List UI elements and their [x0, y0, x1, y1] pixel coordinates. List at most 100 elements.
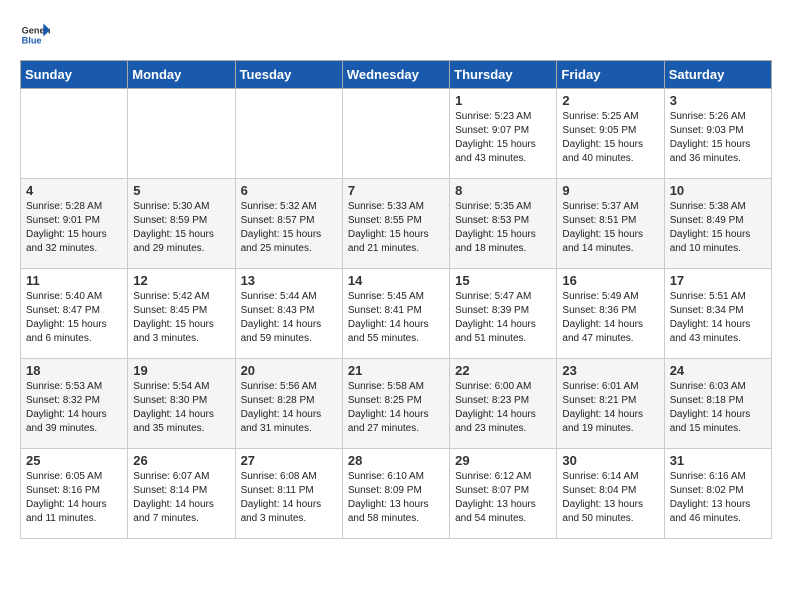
calendar-cell: 4Sunrise: 5:28 AM Sunset: 9:01 PM Daylig… [21, 179, 128, 269]
week-row-2: 11Sunrise: 5:40 AM Sunset: 8:47 PM Dayli… [21, 269, 772, 359]
day-number: 7 [348, 183, 444, 198]
day-number: 22 [455, 363, 551, 378]
day-number: 23 [562, 363, 658, 378]
day-info: Sunrise: 6:03 AM Sunset: 8:18 PM Dayligh… [670, 380, 766, 436]
day-number: 12 [133, 273, 229, 288]
logo-icon: General Blue [20, 20, 50, 50]
day-info: Sunrise: 6:05 AM Sunset: 8:16 PM Dayligh… [26, 470, 122, 526]
calendar-cell: 27 Sunrise: 6:08 AM Sunset: 8:11 PM Dayli… [235, 449, 342, 539]
calendar-cell: 24 Sunrise: 6:03 AM Sunset: 8:18 PM Dayli… [664, 359, 771, 449]
day-number: 6 [241, 183, 337, 198]
day-number: 20 [241, 363, 337, 378]
day-info: Sunrise: 5:45 AM Sunset: 8:41 PM Dayligh… [348, 290, 444, 346]
day-info: Sunrise: 5:53 AM Sunset: 8:32 PM Dayligh… [26, 380, 122, 436]
day-info: Sunrise: 5:33 AM Sunset: 8:55 PM Dayligh… [348, 200, 444, 256]
day-info: Sunrise: 5:49 AM Sunset: 8:36 PM Dayligh… [562, 290, 658, 346]
day-number: 17 [670, 273, 766, 288]
day-info: Sunrise: 6:10 AM Sunset: 8:09 PM Dayligh… [348, 470, 444, 526]
calendar-cell [21, 89, 128, 179]
day-number: 25 [26, 453, 122, 468]
dow-monday: Monday [128, 61, 235, 89]
day-info: Sunrise: 5:58 AM Sunset: 8:25 PM Dayligh… [348, 380, 444, 436]
dow-friday: Friday [557, 61, 664, 89]
day-info: Sunrise: 6:08 AM Sunset: 8:11 PM Dayligh… [241, 470, 337, 526]
day-info: Sunrise: 5:47 AM Sunset: 8:39 PM Dayligh… [455, 290, 551, 346]
day-info: Sunrise: 5:37 AM Sunset: 8:51 PM Dayligh… [562, 200, 658, 256]
svg-text:Blue: Blue [22, 35, 42, 45]
day-info: Sunrise: 5:51 AM Sunset: 8:34 PM Dayligh… [670, 290, 766, 346]
day-number: 19 [133, 363, 229, 378]
calendar-cell: 28 Sunrise: 6:10 AM Sunset: 8:09 PM Dayli… [342, 449, 449, 539]
week-row-0: 1Sunrise: 5:23 AM Sunset: 9:07 PM Daylig… [21, 89, 772, 179]
dow-saturday: Saturday [664, 61, 771, 89]
dow-thursday: Thursday [450, 61, 557, 89]
calendar-cell: 18Sunrise: 5:53 AM Sunset: 8:32 PM Dayli… [21, 359, 128, 449]
dow-sunday: Sunday [21, 61, 128, 89]
calendar-cell: 25 Sunrise: 6:05 AM Sunset: 8:16 PM Dayli… [21, 449, 128, 539]
day-info: Sunrise: 5:38 AM Sunset: 8:49 PM Dayligh… [670, 200, 766, 256]
calendar-cell [235, 89, 342, 179]
day-info: Sunrise: 5:26 AM Sunset: 9:03 PM Dayligh… [670, 110, 766, 166]
day-number: 28 [348, 453, 444, 468]
day-info: Sunrise: 5:30 AM Sunset: 8:59 PM Dayligh… [133, 200, 229, 256]
day-number: 15 [455, 273, 551, 288]
week-row-4: 25 Sunrise: 6:05 AM Sunset: 8:16 PM Dayli… [21, 449, 772, 539]
calendar-cell: 9 Sunrise: 5:37 AM Sunset: 8:51 PM Daylig… [557, 179, 664, 269]
day-number: 4 [26, 183, 122, 198]
day-number: 31 [670, 453, 766, 468]
day-info: Sunrise: 6:16 AM Sunset: 8:02 PM Dayligh… [670, 470, 766, 526]
calendar-cell: 7 Sunrise: 5:33 AM Sunset: 8:55 PM Daylig… [342, 179, 449, 269]
day-info: Sunrise: 6:14 AM Sunset: 8:04 PM Dayligh… [562, 470, 658, 526]
calendar-cell: 14 Sunrise: 5:45 AM Sunset: 8:41 PM Dayli… [342, 269, 449, 359]
day-number: 16 [562, 273, 658, 288]
calendar-cell: 19 Sunrise: 5:54 AM Sunset: 8:30 PM Dayli… [128, 359, 235, 449]
calendar-cell: 31 Sunrise: 6:16 AM Sunset: 8:02 PM Dayli… [664, 449, 771, 539]
calendar-cell: 8 Sunrise: 5:35 AM Sunset: 8:53 PM Daylig… [450, 179, 557, 269]
calendar-cell: 11Sunrise: 5:40 AM Sunset: 8:47 PM Dayli… [21, 269, 128, 359]
calendar-cell: 2Sunrise: 5:25 AM Sunset: 9:05 PM Daylig… [557, 89, 664, 179]
calendar-cell: 12 Sunrise: 5:42 AM Sunset: 8:45 PM Dayli… [128, 269, 235, 359]
day-number: 11 [26, 273, 122, 288]
calendar-cell: 5 Sunrise: 5:30 AM Sunset: 8:59 PM Daylig… [128, 179, 235, 269]
day-number: 9 [562, 183, 658, 198]
day-info: Sunrise: 5:54 AM Sunset: 8:30 PM Dayligh… [133, 380, 229, 436]
day-number: 5 [133, 183, 229, 198]
day-number: 29 [455, 453, 551, 468]
day-number: 30 [562, 453, 658, 468]
day-info: Sunrise: 6:01 AM Sunset: 8:21 PM Dayligh… [562, 380, 658, 436]
day-number: 14 [348, 273, 444, 288]
day-number: 1 [455, 93, 551, 108]
dow-wednesday: Wednesday [342, 61, 449, 89]
calendar-cell: 13Sunrise: 5:44 AM Sunset: 8:43 PM Dayli… [235, 269, 342, 359]
calendar-body: 1Sunrise: 5:23 AM Sunset: 9:07 PM Daylig… [21, 89, 772, 539]
calendar-cell: 20 Sunrise: 5:56 AM Sunset: 8:28 PM Dayli… [235, 359, 342, 449]
day-number: 3 [670, 93, 766, 108]
calendar-table: SundayMondayTuesdayWednesdayThursdayFrid… [20, 60, 772, 539]
day-number: 27 [241, 453, 337, 468]
day-number: 21 [348, 363, 444, 378]
week-row-1: 4Sunrise: 5:28 AM Sunset: 9:01 PM Daylig… [21, 179, 772, 269]
calendar-cell: 3 Sunrise: 5:26 AM Sunset: 9:03 PM Daylig… [664, 89, 771, 179]
day-number: 24 [670, 363, 766, 378]
calendar-cell: 22Sunrise: 6:00 AM Sunset: 8:23 PM Dayli… [450, 359, 557, 449]
day-number: 2 [562, 93, 658, 108]
day-number: 13 [241, 273, 337, 288]
calendar-cell: 17 Sunrise: 5:51 AM Sunset: 8:34 PM Dayli… [664, 269, 771, 359]
calendar-cell [128, 89, 235, 179]
calendar-cell: 30 Sunrise: 6:14 AM Sunset: 8:04 PM Dayli… [557, 449, 664, 539]
calendar-cell: 29Sunrise: 6:12 AM Sunset: 8:07 PM Dayli… [450, 449, 557, 539]
calendar-cell: 16 Sunrise: 5:49 AM Sunset: 8:36 PM Dayli… [557, 269, 664, 359]
dow-tuesday: Tuesday [235, 61, 342, 89]
day-number: 10 [670, 183, 766, 198]
calendar-cell [342, 89, 449, 179]
day-info: Sunrise: 5:35 AM Sunset: 8:53 PM Dayligh… [455, 200, 551, 256]
page-header: General Blue [20, 20, 772, 50]
day-info: Sunrise: 5:42 AM Sunset: 8:45 PM Dayligh… [133, 290, 229, 346]
calendar-cell: 21 Sunrise: 5:58 AM Sunset: 8:25 PM Dayli… [342, 359, 449, 449]
day-of-week-header: SundayMondayTuesdayWednesdayThursdayFrid… [21, 61, 772, 89]
calendar-cell: 26Sunrise: 6:07 AM Sunset: 8:14 PM Dayli… [128, 449, 235, 539]
day-number: 8 [455, 183, 551, 198]
logo: General Blue [20, 20, 50, 50]
day-number: 26 [133, 453, 229, 468]
day-info: Sunrise: 5:56 AM Sunset: 8:28 PM Dayligh… [241, 380, 337, 436]
